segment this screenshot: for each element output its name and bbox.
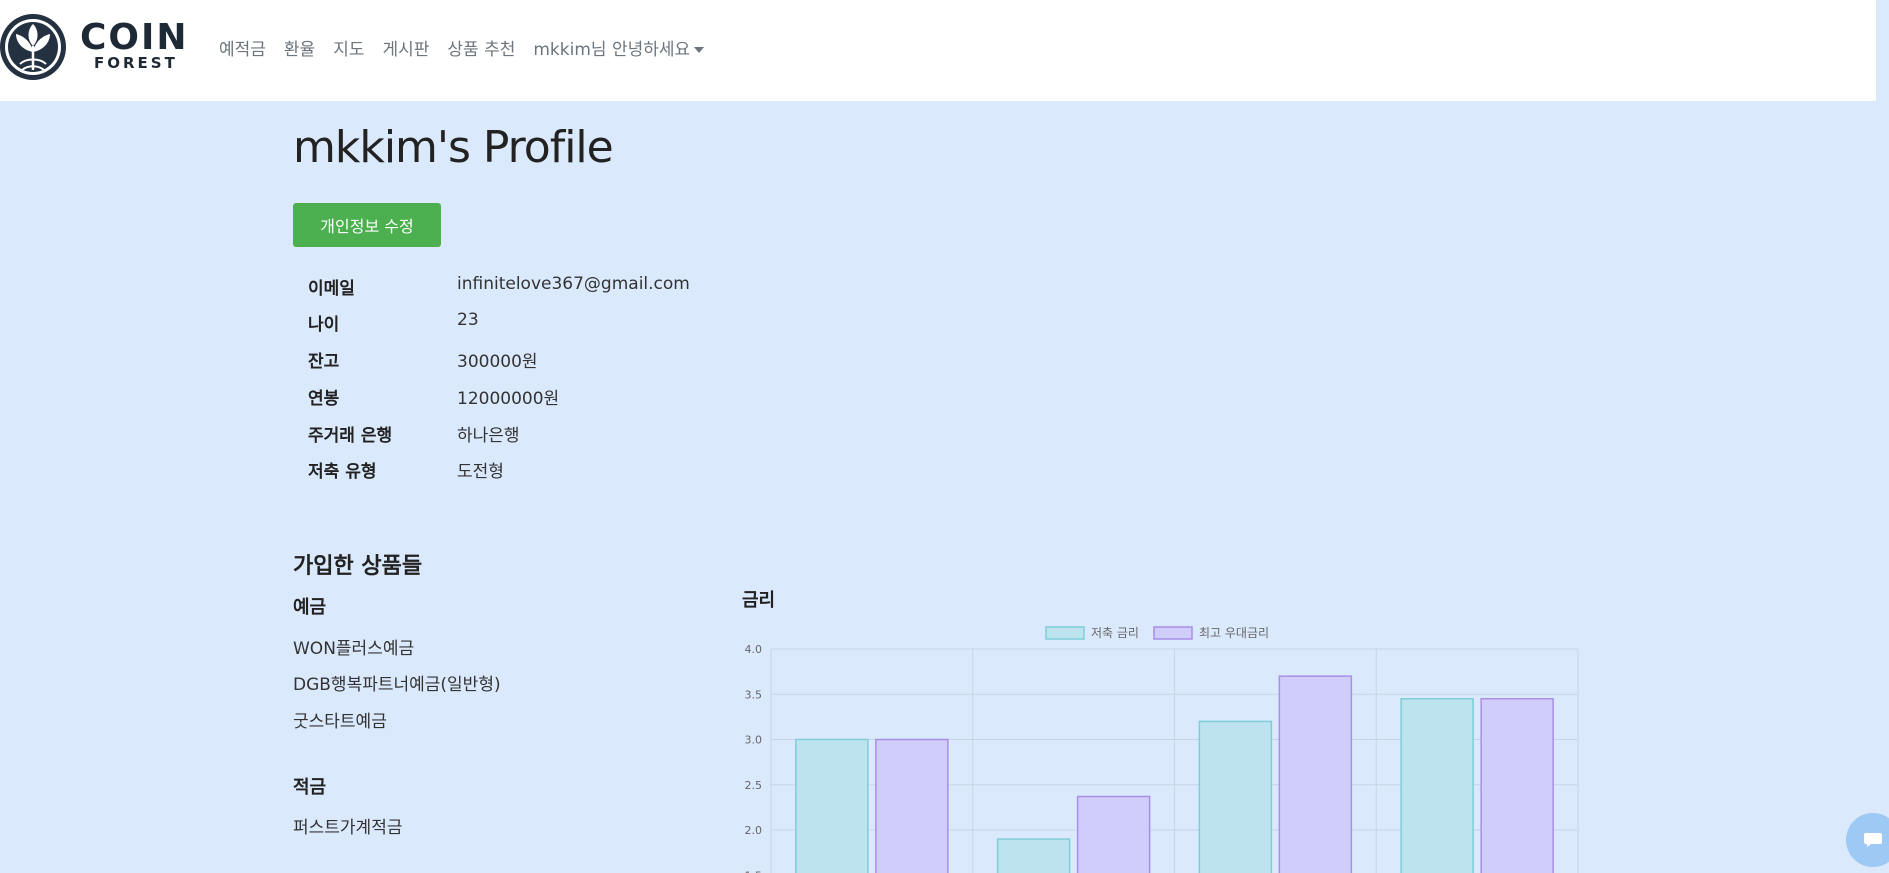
chart-legend: 저축 금리 최고 우대금리 xyxy=(1045,626,1269,640)
info-label: 저축 유형 xyxy=(308,462,377,482)
info-value: 하나은행 xyxy=(457,426,520,446)
info-row-age: 나이 23 xyxy=(308,310,728,338)
products-heading: 가입한 상품들 xyxy=(293,554,423,579)
user-menu-label: mkkim님 안녕하세요 xyxy=(533,40,691,60)
nav-item-deposits[interactable]: 예적금 xyxy=(219,35,266,60)
info-label: 이메일 xyxy=(308,279,355,299)
product-item[interactable]: DGB행복파트너예금(일반형) xyxy=(293,670,501,695)
y-tick-label: 4.0 xyxy=(745,643,763,656)
info-label: 잔고 xyxy=(308,352,340,372)
nav-item-exchange[interactable]: 환율 xyxy=(284,35,315,60)
info-label: 주거래 은행 xyxy=(308,426,393,446)
info-row-bank: 주거래 은행 하나은행 xyxy=(308,421,728,449)
chart-bar[interactable] xyxy=(1198,720,1273,873)
chart-bar[interactable] xyxy=(1400,698,1474,873)
nav-menu: 예적금 환율 지도 게시판 상품 추천 mkkim님 안녕하세요 xyxy=(219,35,722,60)
chart-bar[interactable] xyxy=(875,738,949,873)
y-tick-label: 1.5 xyxy=(745,869,763,873)
chart-bar[interactable] xyxy=(1480,698,1554,873)
nav-item-map[interactable]: 지도 xyxy=(333,35,364,60)
chart-bar[interactable] xyxy=(1278,675,1353,873)
product-item[interactable]: WON플러스예금 xyxy=(293,634,414,659)
info-row-salary: 연봉 12000000원 xyxy=(308,384,728,412)
deposit-heading: 예금 xyxy=(293,597,327,618)
product-item[interactable]: 굿스타트예금 xyxy=(293,707,387,732)
savings-heading: 적금 xyxy=(293,777,327,798)
edit-profile-button[interactable]: 개인정보 수정 xyxy=(293,203,441,247)
brand-coin-text: COIN xyxy=(80,17,189,58)
legend-label-series-2: 최고 우대금리 xyxy=(1199,626,1269,640)
y-tick-label: 2.0 xyxy=(745,824,763,837)
info-value: 12000000원 xyxy=(457,389,560,409)
chat-bubble-icon xyxy=(1864,833,1882,847)
chart-bar[interactable] xyxy=(996,838,1071,873)
y-tick-label: 3.5 xyxy=(745,688,763,701)
coin-tree-logo[interactable] xyxy=(0,12,70,82)
info-row-balance: 잔고 300000원 xyxy=(308,347,728,375)
interest-rate-chart: 저축 금리 최고 우대금리 4.0 3.5 3.0 2.5 2.0 1.5 xyxy=(745,626,1579,873)
caret-down-icon xyxy=(694,47,705,53)
page-title: mkkim's Profile xyxy=(293,122,614,173)
info-value: infinitelove367@gmail.com xyxy=(457,274,690,294)
top-navbar: COIN FOREST 예적금 환율 지도 게시판 상품 추천 mkkim님 안… xyxy=(0,0,1889,101)
info-value: 23 xyxy=(457,310,479,330)
info-row-saving-type: 저축 유형 도전형 xyxy=(308,457,728,485)
user-menu-dropdown[interactable]: mkkim님 안녕하세요 xyxy=(533,35,705,60)
product-item[interactable]: 퍼스트가계적금 xyxy=(293,813,402,838)
info-label: 나이 xyxy=(308,315,340,335)
legend-swatch-series-1 xyxy=(1045,626,1085,640)
brand-forest-text: FOREST xyxy=(94,54,178,72)
chart-bar[interactable] xyxy=(795,738,869,873)
nav-item-board[interactable]: 게시판 xyxy=(382,35,429,60)
chat-button[interactable] xyxy=(1846,813,1889,867)
brand-logotype[interactable]: COIN FOREST xyxy=(80,18,188,74)
info-value: 300000원 xyxy=(457,352,538,372)
chart-title: 금리 xyxy=(742,590,776,611)
y-tick-label: 3.0 xyxy=(745,734,763,747)
nav-item-recommend[interactable]: 상품 추천 xyxy=(447,35,515,60)
chart-bar[interactable] xyxy=(1076,795,1151,873)
chart-y-axis: 4.0 3.5 3.0 2.5 2.0 1.5 xyxy=(745,643,763,873)
scrollbar[interactable] xyxy=(1876,0,1889,873)
info-row-email: 이메일 infinitelove367@gmail.com xyxy=(308,274,728,302)
legend-swatch-series-2 xyxy=(1153,626,1193,640)
legend-label-series-1: 저축 금리 xyxy=(1091,626,1139,640)
info-label: 연봉 xyxy=(308,389,340,409)
info-value: 도전형 xyxy=(457,462,504,482)
y-tick-label: 2.5 xyxy=(745,779,763,792)
